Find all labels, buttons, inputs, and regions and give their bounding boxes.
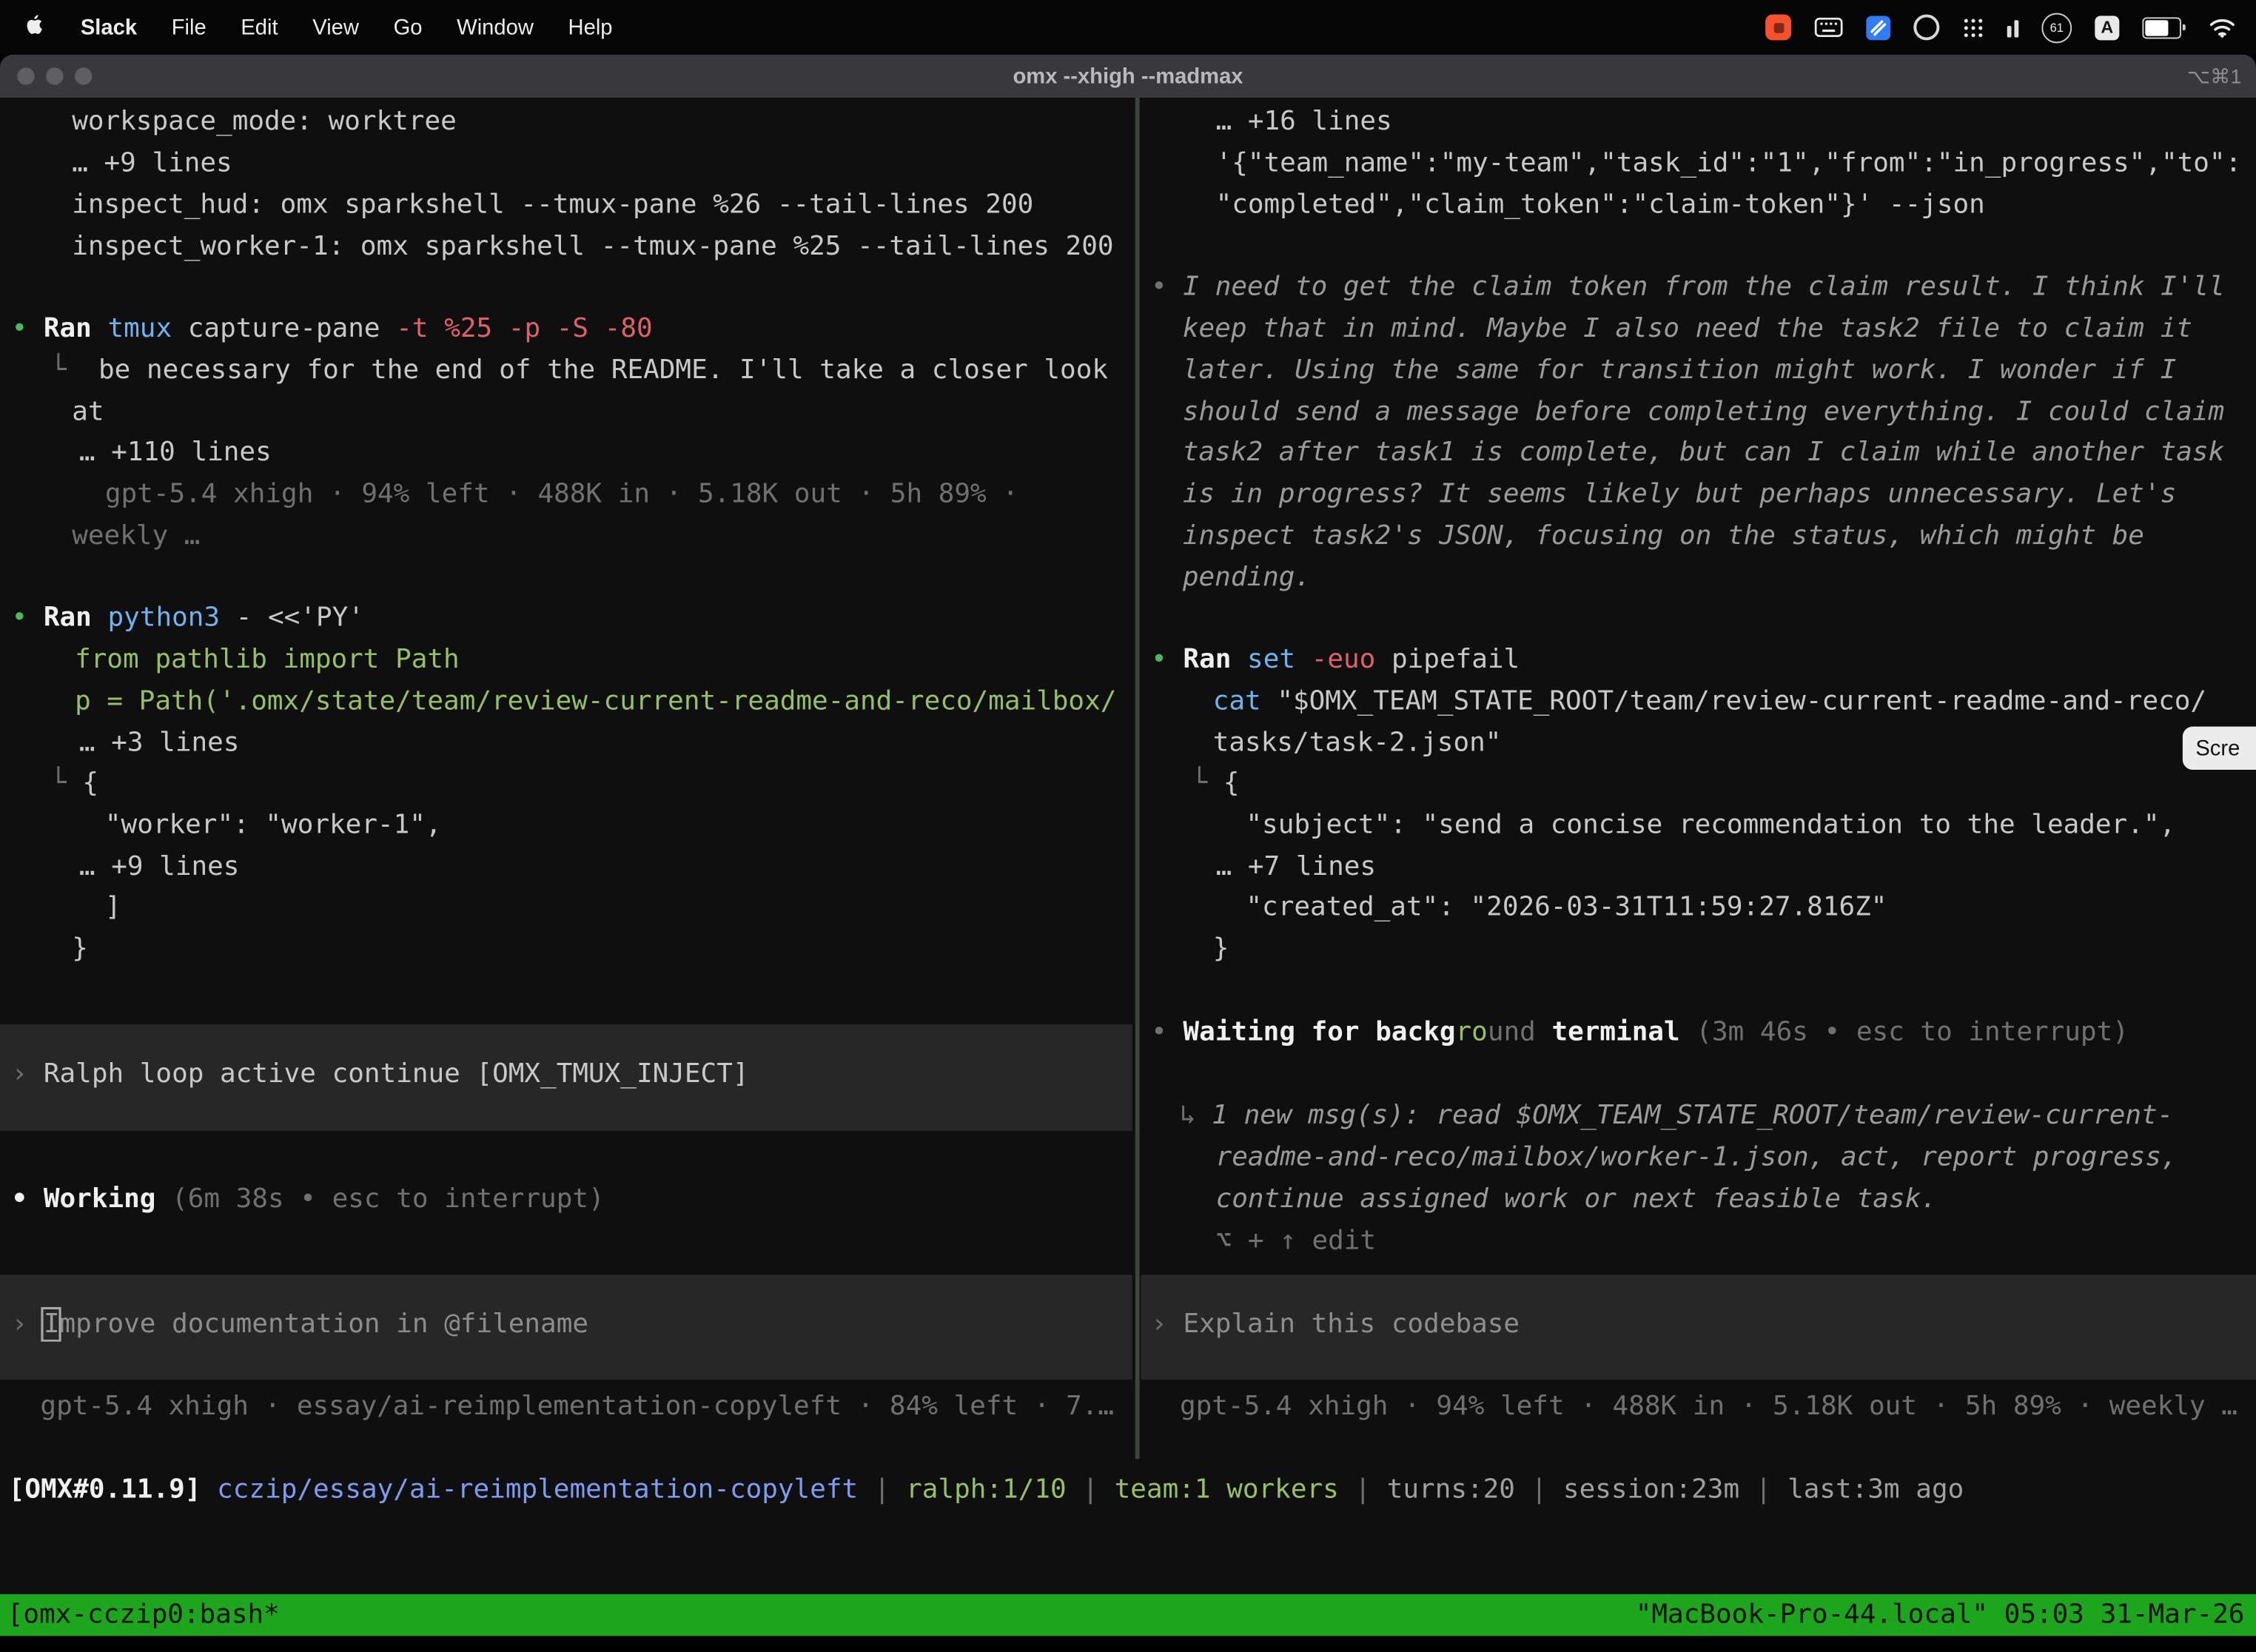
terminal-row: … +9 lines <box>79 847 240 887</box>
terminal-row: ] <box>105 887 121 927</box>
terminal-row: from pathlib import Path <box>75 640 460 680</box>
terminal-row: readme-and-reco/mailbox/worker-1.json, a… <box>1216 1138 2178 1178</box>
terminal-row: inspect_hud: omx sparkshell --tmux-pane … <box>72 186 1033 226</box>
terminal-row: weekly … <box>72 517 200 557</box>
terminal-row: "subject": "send a concise recommendatio… <box>1246 806 2175 846</box>
terminal-row: is in progress? It seems likely but perh… <box>1183 474 2176 514</box>
terminal-row: inspect task2's JSON, focusing on the st… <box>1183 517 2144 557</box>
terminal-row: └ be necessary for the end of the README… <box>50 351 1108 391</box>
desktop: Slack File Edit View Go Window Help <box>0 0 2256 1652</box>
tmux-host-clock: "MacBook-Pro-44.local" 05:03 31-Mar-26 <box>1636 1600 2256 1631</box>
terminal-row: "worker": "worker-1", <box>105 806 442 846</box>
terminal-row: tasks/task-2.json" <box>1213 724 1502 764</box>
terminal-row: cat "$OMX_TEAM_STATE_ROOT/team/review-cu… <box>1213 682 2206 722</box>
terminal-row: "created_at": "2026-03-31T11:59:27.816Z" <box>1246 887 1887 927</box>
terminal-row: • Ran tmux capture-pane -t %25 -p -S -80 <box>12 309 653 349</box>
terminal-row: • Ran set -euo pipefail <box>1151 640 1520 680</box>
terminal-row: … +9 lines <box>72 144 232 184</box>
terminal-row: later. Using the same for transition mig… <box>1183 351 2176 391</box>
terminal-row: ↳ 1 new msg(s): read $OMX_TEAM_STATE_ROO… <box>1180 1096 2173 1136</box>
tmux-bar: [omx-cczip0:bash* "MacBook-Pro-44.local"… <box>0 1594 2256 1636</box>
terminal-row: ⌥ + ↑ edit <box>1216 1221 1377 1261</box>
terminal-row: … +3 lines <box>79 724 240 764</box>
terminal-row: … +16 lines <box>1216 102 1392 142</box>
terminal-row: } <box>1213 930 1229 970</box>
terminal-row: • Ran python3 - <<'PY' <box>12 599 364 639</box>
omx-status-line: [OMX#0.11.9] cczip/essay/ai-reimplementa… <box>9 1471 1964 1511</box>
screenshot-tooltip[interactable]: Scre <box>2183 727 2256 770</box>
terminal-row: • Working (6m 38s • esc to interrupt) <box>12 1180 605 1220</box>
screenshot-tooltip-label: Scre <box>2195 736 2240 760</box>
terminal-row: p = Path('.omx/state/team/review-current… <box>75 682 1116 722</box>
terminal-row: … +110 lines <box>79 433 272 473</box>
terminal-row: gpt-5.4 xhigh · 94% left · 488K in · 5.1… <box>105 474 1018 514</box>
terminal-row: • Waiting for background terminal (3m 46… <box>1151 1013 2129 1052</box>
terminal-row: keep that in mind. Maybe I also need the… <box>1183 309 2192 349</box>
tmux-session-label[interactable]: [omx-cczip0:bash* <box>0 1600 280 1631</box>
terminal-row: › Improve documentation in @filename <box>12 1305 588 1345</box>
terminal-row: should send a message before completing … <box>1183 393 2224 433</box>
terminal-row: gpt-5.4 xhigh · 94% left · 488K in · 5.1… <box>1180 1387 2237 1427</box>
terminal-row: … +7 lines <box>1216 847 1377 887</box>
terminal-row: "completed","claim_token":"claim-token"}… <box>1216 186 1985 226</box>
terminal-row: } <box>72 930 88 970</box>
terminal-row: workspace_mode: worktree <box>72 102 457 142</box>
terminal-row: └ { <box>1192 764 1240 804</box>
terminal-row: gpt-5.4 xhigh · essay/ai-reimplementatio… <box>40 1387 1114 1427</box>
terminal-rows-layer: workspace_mode: worktree… +9 linesinspec… <box>0 0 2256 1652</box>
terminal-row: • I need to get the claim token from the… <box>1151 268 2225 308</box>
terminal-row: at <box>72 393 104 433</box>
terminal-row: '{"team_name":"my-team","task_id":"1","f… <box>1216 144 2242 184</box>
terminal-row: › Explain this codebase <box>1151 1305 1520 1345</box>
terminal-row: └ { <box>50 764 98 804</box>
terminal-row: inspect_worker-1: omx sparkshell --tmux-… <box>72 227 1113 267</box>
terminal-row: continue assigned work or next feasible … <box>1216 1180 1937 1220</box>
terminal-row: pending. <box>1183 558 1311 598</box>
terminal-row: task2 after task1 is complete, but can I… <box>1183 433 2224 473</box>
terminal-row: › Ralph loop active continue [OMX_TMUX_I… <box>12 1055 749 1095</box>
